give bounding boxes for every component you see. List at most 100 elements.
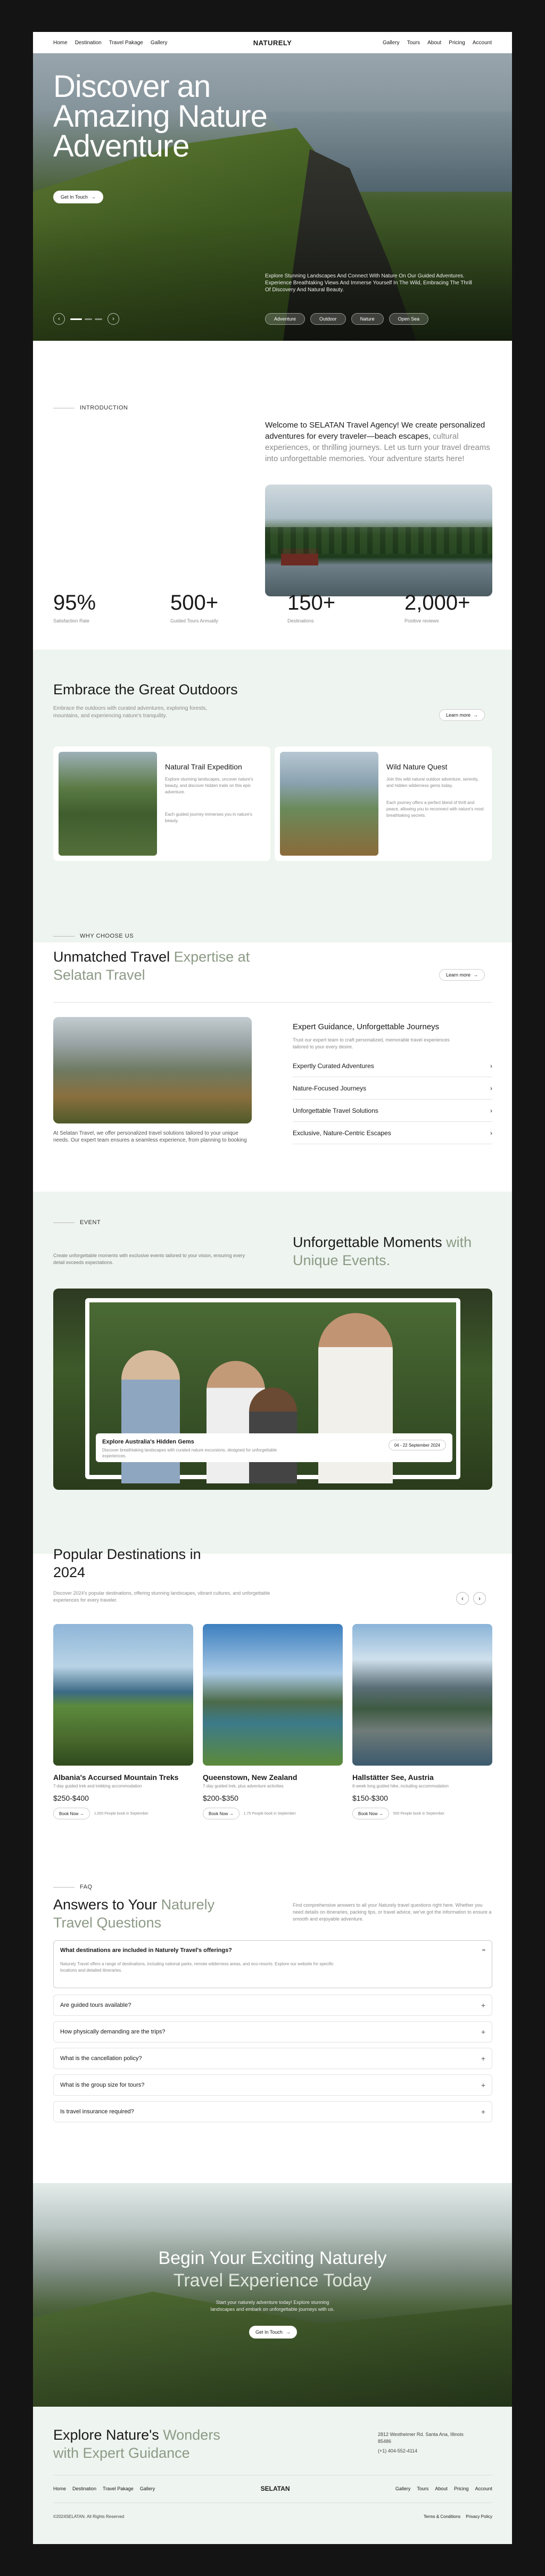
destination-card-albania[interactable]: Albania's Accursed Mountain Treks 7-day … xyxy=(53,1624,193,1819)
hero-cta-button[interactable]: Get In Touch → xyxy=(53,191,103,203)
event-info-card[interactable]: Explore Australia's Hidden Gems Discover… xyxy=(96,1433,452,1462)
destination-note: 500 People book in September xyxy=(393,1811,444,1816)
stat-reviews: 2,000+ Positive reviews xyxy=(404,591,470,624)
plus-icon: + xyxy=(481,2054,485,2063)
event-desc: Create unforgettable moments with exclus… xyxy=(53,1253,245,1265)
nav-link-account[interactable]: Account xyxy=(473,40,492,46)
chip-open-sea[interactable]: Open Sea xyxy=(389,313,429,325)
terms-link[interactable]: Terms & Conditions xyxy=(424,2514,460,2519)
destination-title: Hallstätter See, Austria xyxy=(352,1773,434,1782)
destination-title: Queenstown, New Zealand xyxy=(203,1773,298,1782)
cta-get-in-touch-button[interactable]: Get In Touch → xyxy=(249,2326,297,2339)
faq-item[interactable]: How physically demanding are the trips? + xyxy=(53,2021,492,2042)
footer-link-gallery-right[interactable]: Gallery xyxy=(395,2486,411,2491)
footer-address: 2812 Westheimer Rd. Santa Ana, Illinois … xyxy=(378,2432,464,2444)
footer-link-destination[interactable]: Destination xyxy=(72,2486,96,2491)
nav-link-pricing[interactable]: Pricing xyxy=(449,40,465,46)
nav-link-home[interactable]: Home xyxy=(53,40,68,46)
intro-lead: Welcome to SELATAN Travel Agency! We cre… xyxy=(265,420,494,464)
nav-link-gallery[interactable]: Gallery xyxy=(151,40,168,46)
divider xyxy=(53,1002,492,1003)
trail-card-body: Natural Trail Expedition Explore stunnin… xyxy=(165,762,263,824)
chevron-right-icon: › xyxy=(490,1062,492,1070)
footer-link-about[interactable]: About xyxy=(435,2486,448,2491)
destination-sub: 6-week long guided hike, including accom… xyxy=(352,1784,449,1789)
faq-open-item[interactable]: What destinations are included in Nature… xyxy=(53,1940,492,1988)
stat-value: 95% xyxy=(53,591,96,614)
book-now-button[interactable]: Book Now → xyxy=(203,1808,240,1819)
hero-cta-label: Get In Touch xyxy=(61,194,88,200)
footer-nav-left: Home Destination Travel Pakage Gallery xyxy=(53,2486,155,2491)
cta-shade xyxy=(33,2183,512,2407)
footer-link-tours[interactable]: Tours xyxy=(417,2486,428,2491)
footer-link-pricing[interactable]: Pricing xyxy=(454,2486,469,2491)
cta-title: Begin Your Exciting Naturely Travel Exper… xyxy=(33,2247,512,2292)
faq-item[interactable]: Are guided tours available? + xyxy=(53,1995,492,2016)
chip-adventure[interactable]: Adventure xyxy=(265,313,305,325)
nav-link-destination[interactable]: Destination xyxy=(75,40,102,46)
faq-item[interactable]: What is the group size for tours? + xyxy=(53,2074,492,2096)
why-item[interactable]: Expertly Curated Adventures › xyxy=(293,1055,492,1077)
destination-image xyxy=(203,1624,343,1766)
faq-item[interactable]: Is travel insurance required? + xyxy=(53,2101,492,2122)
trail-card[interactable]: Natural Trail Expedition Explore stunnin… xyxy=(53,746,270,861)
why-learn-more-button[interactable]: Learn more → xyxy=(439,969,485,981)
book-now-button[interactable]: Book Now → xyxy=(53,1808,90,1819)
carousel-dot[interactable] xyxy=(85,318,92,320)
event-label-text: EVENT xyxy=(80,1219,101,1226)
faq-label: FAQ xyxy=(53,1884,93,1890)
footer-title-a: Explore Nature's xyxy=(53,2427,159,2443)
footer-legal-links: Terms & Conditions Privacy Policy xyxy=(400,2514,492,2519)
book-now-button[interactable]: Book Now → xyxy=(352,1808,389,1819)
nav-link-travel-package[interactable]: Travel Pakage xyxy=(109,40,143,46)
destination-image xyxy=(352,1624,492,1766)
brand-logo[interactable]: NATURELY xyxy=(253,39,292,47)
outdoors-title: Embrace the Great Outdoors xyxy=(53,682,238,698)
carousel-dot-active[interactable] xyxy=(70,318,82,320)
nav-link-about[interactable]: About xyxy=(427,40,441,46)
plus-icon: + xyxy=(481,2001,485,2009)
destination-card-hallstatt[interactable]: Hallstätter See, Austria 6-week long gui… xyxy=(352,1624,492,1819)
why-item[interactable]: Unforgettable Travel Solutions › xyxy=(293,1100,492,1122)
outdoors-desc: Embrace the outdoors with curated advent… xyxy=(53,705,208,719)
why-item-label: Nature-Focused Journeys xyxy=(293,1084,367,1092)
faq-title: Answers to Your Naturely Travel Question… xyxy=(53,1896,245,1932)
why-item[interactable]: Exclusive, Nature-Centric Escapes › xyxy=(293,1122,492,1144)
stat-value: 150+ xyxy=(287,591,336,614)
wild-card-desc: Join this wild natural outdoor adventure… xyxy=(386,777,479,788)
faq-open-question: What destinations are included in Nature… xyxy=(60,1947,232,1954)
footer-link-account[interactable]: Account xyxy=(475,2486,492,2491)
minus-icon[interactable]: − xyxy=(482,1947,485,1954)
faq-item[interactable]: What is the cancellation policy? + xyxy=(53,2048,492,2069)
carousel-dot[interactable] xyxy=(95,318,102,320)
nav-link-tours[interactable]: Tours xyxy=(407,40,420,46)
chevron-left-icon[interactable]: ‹ xyxy=(456,1592,469,1605)
chip-outdoor[interactable]: Outdoor xyxy=(310,313,346,325)
chevron-right-icon[interactable]: › xyxy=(473,1592,486,1605)
wild-card[interactable]: Wild Nature Quest Join this wild natural… xyxy=(275,746,492,861)
chevron-left-icon[interactable]: ‹ xyxy=(53,313,65,325)
footer-link-home[interactable]: Home xyxy=(53,2486,66,2491)
outdoors-learn-more-button[interactable]: Learn more → xyxy=(439,709,485,721)
faq-desc: Find comprehensive answers to all your N… xyxy=(293,1902,492,1922)
destination-title: Albania's Accursed Mountain Treks xyxy=(53,1773,179,1782)
nav-link-gallery-right[interactable]: Gallery xyxy=(383,40,400,46)
arrow-right-icon: → xyxy=(473,972,478,978)
why-title-dark: Unmatched Travel xyxy=(53,949,170,965)
footer-link-gallery[interactable]: Gallery xyxy=(140,2486,155,2491)
footer-title-b: with Expert Guidance xyxy=(53,2445,190,2461)
footer-link-travel-package[interactable]: Travel Pakage xyxy=(103,2486,134,2491)
footer-brand[interactable]: SELATAN xyxy=(261,2485,290,2492)
outdoors-section: Embrace the Great Outdoors Embrace the o… xyxy=(33,650,512,942)
nav-left: Home Destination Travel Pakage Gallery xyxy=(53,40,168,46)
privacy-link[interactable]: Privacy Policy xyxy=(466,2514,492,2519)
event-title-dark: Unforgettable Moments xyxy=(293,1234,442,1250)
intro-cabin-photo xyxy=(265,485,492,596)
why-item[interactable]: Nature-Focused Journeys › xyxy=(293,1077,492,1100)
chip-nature[interactable]: Nature xyxy=(351,313,384,325)
footer-phone[interactable]: (+1) 404-552-4114 xyxy=(378,2448,417,2454)
chevron-right-icon[interactable]: › xyxy=(108,313,119,325)
why-hiker-photo xyxy=(53,1017,252,1123)
destination-card-queenstown[interactable]: Queenstown, New Zealand 7-day guided tre… xyxy=(203,1624,343,1819)
cta-button-label: Get In Touch xyxy=(255,2329,283,2335)
